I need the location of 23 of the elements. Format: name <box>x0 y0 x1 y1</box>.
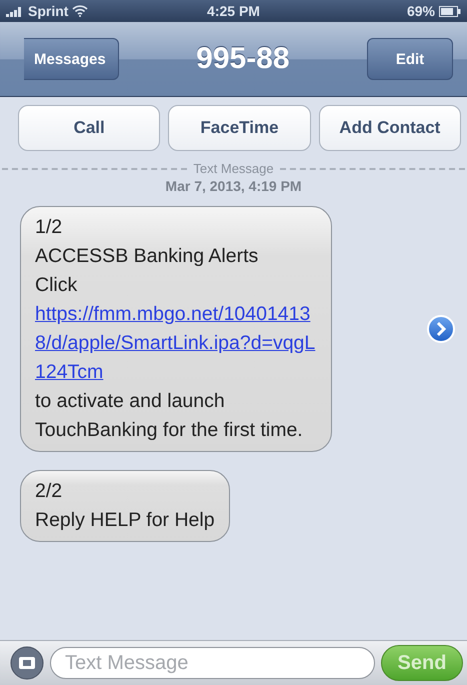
message-text: to activate and launch TouchBanking for the first time. <box>35 389 304 443</box>
battery-icon <box>438 6 461 16</box>
action-button[interactable]: Call <box>18 105 160 151</box>
wifi-icon <box>72 5 88 17</box>
edit-button[interactable]: Edit <box>366 38 453 80</box>
signal-icon <box>6 5 24 17</box>
thread-label: Text Message <box>193 161 274 176</box>
message-link[interactable]: https://fmm.mbgo.net/104014138/d/apple/SmartLink.ipa?d=vqgL124Tcm <box>35 300 317 387</box>
message-text: Reply HELP for Help <box>35 508 215 533</box>
contact-title: 995-88 <box>196 42 290 76</box>
carrier-label: Sprint <box>28 3 68 19</box>
message-field[interactable]: Text Message <box>50 647 375 679</box>
message-counter: 1/2 <box>35 215 64 240</box>
back-button[interactable]: Messages <box>24 38 119 80</box>
timestamp: Mar 7, 2013, 4:19 PM <box>164 178 303 194</box>
action-button[interactable]: Add Contact <box>318 105 461 151</box>
message-counter: 2/2 <box>35 479 64 504</box>
camera-icon[interactable] <box>10 646 44 680</box>
battery-percent: 69% <box>406 3 435 19</box>
chevron-right-icon[interactable] <box>427 315 455 343</box>
message-text: ACCESSB Banking Alerts Click <box>35 244 260 298</box>
action-button[interactable]: FaceTime <box>168 105 311 151</box>
clock: 4:25 PM <box>207 3 260 19</box>
